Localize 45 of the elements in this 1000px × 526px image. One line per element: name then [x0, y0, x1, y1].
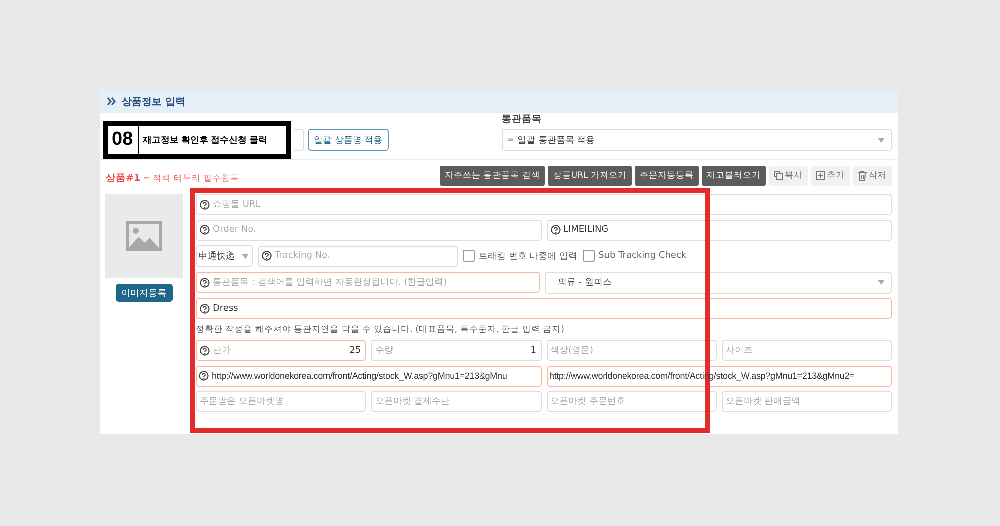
- delete-button[interactable]: 삭제: [853, 166, 892, 186]
- checkbox[interactable]: [463, 250, 475, 262]
- copy-icon: [774, 171, 783, 180]
- help-icon: [200, 278, 210, 288]
- checkbox-option[interactable]: 트래킹 번호 나중에 입력: [463, 250, 578, 262]
- customs-select[interactable]: = 일괄 통관품목 적용: [502, 129, 892, 151]
- help-icon: [200, 304, 210, 314]
- help-icon: [200, 225, 210, 235]
- bulk-apply-button[interactable]: 일괄 상품명 적용: [308, 129, 389, 151]
- step-number: 08: [108, 126, 140, 154]
- input-field[interactable]: 수량 1: [371, 340, 542, 361]
- copy-button[interactable]: 복사: [769, 166, 808, 186]
- input-field[interactable]: http://www.worldonekorea.com/front/Acting/stock_W.asp?gMnu1=213&gMnu: [196, 366, 542, 386]
- input-field[interactable]: 단가 25: [196, 340, 366, 361]
- hint-text: 정확한 작성을 해주셔야 통관지연을 막을 수 있습니다. (대표품목, 특수문자, 한글 입력 금지): [196, 324, 564, 336]
- help-icon: [199, 371, 209, 381]
- help-icon: [200, 346, 210, 356]
- dropdown-select[interactable]: 申通快递: [196, 245, 253, 267]
- action-button[interactable]: 주문자동등록: [635, 166, 699, 186]
- checkbox[interactable]: [582, 250, 595, 262]
- input-field[interactable]: LIMEILING: [546, 220, 892, 240]
- image-upload-button[interactable]: 이미지등록: [116, 284, 172, 302]
- help-icon: [550, 225, 560, 235]
- checkbox-option[interactable]: Sub Tracking Check: [582, 250, 687, 262]
- trash-icon: [858, 170, 867, 180]
- action-button[interactable]: 재고불러오기: [702, 166, 766, 186]
- input-field[interactable]: [294, 129, 304, 151]
- input-field[interactable]: Dress: [196, 298, 892, 319]
- callout-text: 재고정보 확인후 접수신청 클릭: [142, 134, 269, 146]
- help-icon: [262, 251, 272, 261]
- caret-icon: [878, 138, 885, 142]
- product-title: 상품#1: [106, 173, 141, 184]
- double-chevron-icon: [107, 97, 117, 106]
- required-note: = 적색 테두리 필수항목: [142, 174, 240, 184]
- action-button[interactable]: 상품URL 가져오기: [548, 166, 632, 186]
- caret-icon: [242, 254, 249, 258]
- action-button[interactable]: 자주쓰는 통관품목 검색: [440, 166, 546, 186]
- dropdown-select[interactable]: 의류 - 원피스: [545, 272, 892, 294]
- plus-icon: [816, 171, 825, 180]
- section-title: 상품정보 입력: [122, 96, 186, 108]
- field-label: 통관품목: [502, 113, 543, 126]
- help-icon: [200, 200, 210, 210]
- image-icon: [126, 221, 162, 251]
- add-button[interactable]: 추가: [811, 166, 850, 186]
- caret-icon: [878, 280, 885, 285]
